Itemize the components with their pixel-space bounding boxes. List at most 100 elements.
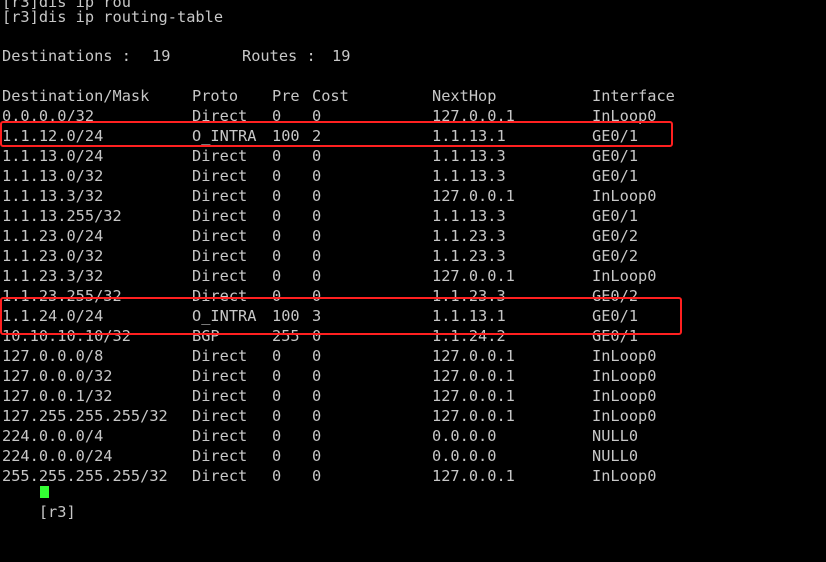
table-row: 127.0.0.0/8 Direct 0 0 127.0.0.1 InLoop0 xyxy=(2,346,802,366)
route-proto: Direct xyxy=(192,107,248,125)
route-preference: 0 xyxy=(272,167,282,185)
column-header-interface: Interface xyxy=(592,87,675,105)
route-nexthop: 127.0.0.1 xyxy=(432,387,515,405)
route-nexthop: 1.1.13.3 xyxy=(432,147,506,165)
column-header-proto: Proto xyxy=(192,87,239,105)
route-cost: 0 xyxy=(312,227,322,245)
table-row: 1.1.24.0/24 O_INTRA 100 3 1.1.13.1 GE0/1 xyxy=(2,306,802,326)
route-interface: InLoop0 xyxy=(592,407,657,425)
route-preference: 0 xyxy=(272,267,282,285)
route-proto: O_INTRA xyxy=(192,127,257,145)
route-interface: GE0/2 xyxy=(592,287,639,305)
route-interface: InLoop0 xyxy=(592,187,657,205)
route-destination: 0.0.0.0/32 xyxy=(2,107,95,125)
route-proto: Direct xyxy=(192,147,248,165)
route-cost: 0 xyxy=(312,367,322,385)
routing-summary: Destinations : 19 Routes : 19 xyxy=(2,46,802,66)
route-proto: Direct xyxy=(192,407,248,425)
route-cost: 0 xyxy=(312,247,322,265)
route-interface: GE0/1 xyxy=(592,327,639,345)
route-preference: 0 xyxy=(272,107,282,125)
route-proto: BGP xyxy=(192,327,220,345)
column-header-pre: Pre xyxy=(272,87,300,105)
route-nexthop: 0.0.0.0 xyxy=(432,427,497,445)
route-interface: InLoop0 xyxy=(592,347,657,365)
route-destination: 1.1.13.255/32 xyxy=(2,207,122,225)
route-interface: GE0/1 xyxy=(592,307,639,325)
route-interface: InLoop0 xyxy=(592,467,657,485)
route-interface: GE0/2 xyxy=(592,247,639,265)
route-preference: 0 xyxy=(272,407,282,425)
route-interface: GE0/1 xyxy=(592,207,639,225)
route-preference: 0 xyxy=(272,227,282,245)
table-row: 1.1.23.255/32 Direct 0 0 1.1.23.3 GE0/2 xyxy=(2,286,802,306)
table-header: Destination/Mask Proto Pre Cost NextHop … xyxy=(2,86,802,106)
route-nexthop: 127.0.0.1 xyxy=(432,407,515,425)
route-nexthop: 127.0.0.1 xyxy=(432,347,515,365)
route-cost: 0 xyxy=(312,167,322,185)
route-interface: InLoop0 xyxy=(592,367,657,385)
column-header-nexthop: NextHop xyxy=(432,87,497,105)
route-destination: 1.1.24.0/24 xyxy=(2,307,104,325)
destinations-count: 19 xyxy=(152,47,171,65)
route-preference: 100 xyxy=(272,127,300,145)
route-nexthop: 1.1.23.3 xyxy=(432,247,506,265)
route-nexthop: 1.1.13.3 xyxy=(432,167,506,185)
table-row: 127.255.255.255/32 Direct 0 0 127.0.0.1 InLoo… xyxy=(2,406,802,426)
route-proto: Direct xyxy=(192,247,248,265)
table-row: 224.0.0.0/4 Direct 0 0 0.0.0.0 NULL0 xyxy=(2,426,802,446)
terminal-window[interactable]: [r3]dis ip rou [r3]dis ip routing-table … xyxy=(0,0,826,521)
route-interface: GE0/1 xyxy=(592,167,639,185)
route-preference: 255 xyxy=(272,327,300,345)
route-proto: Direct xyxy=(192,467,248,485)
route-nexthop: 127.0.0.1 xyxy=(432,267,515,285)
route-cost: 0 xyxy=(312,447,322,465)
route-nexthop: 1.1.13.3 xyxy=(432,207,506,225)
route-cost: 0 xyxy=(312,187,322,205)
route-preference: 100 xyxy=(272,307,300,325)
route-destination: 1.1.12.0/24 xyxy=(2,127,104,145)
route-interface: InLoop0 xyxy=(592,107,657,125)
table-row: 255.255.255.255/32 Direct 0 0 127.0.0.1 InLoo… xyxy=(2,466,802,486)
table-row: 1.1.13.0/32 Direct 0 0 1.1.13.3 GE0/1 xyxy=(2,166,802,186)
route-proto: Direct xyxy=(192,267,248,285)
route-cost: 0 xyxy=(312,347,322,365)
route-interface: InLoop0 xyxy=(592,387,657,405)
table-row: 224.0.0.0/24 Direct 0 0 0.0.0.0 NULL0 xyxy=(2,446,802,466)
route-cost: 2 xyxy=(312,127,322,145)
table-row: 1.1.13.0/24 Direct 0 0 1.1.13.3 GE0/1 xyxy=(2,146,802,166)
route-destination: 10.10.10.10/32 xyxy=(2,327,131,345)
table-row: 127.0.0.0/32 Direct 0 0 127.0.0.1 InLoop0 xyxy=(2,366,802,386)
route-destination: 127.255.255.255/32 xyxy=(2,407,168,425)
route-destination: 127.0.0.1/32 xyxy=(2,387,113,405)
route-interface: GE0/1 xyxy=(592,147,639,165)
routes-label: Routes : xyxy=(242,47,325,65)
route-cost: 0 xyxy=(312,387,322,405)
table-row: 10.10.10.10/32 BGP 255 0 1.1.24.2 GE0/1 xyxy=(2,326,802,346)
route-proto: Direct xyxy=(192,447,248,465)
route-preference: 0 xyxy=(272,187,282,205)
table-row: 1.1.13.3/32 Direct 0 0 127.0.0.1 InLoop0 xyxy=(2,186,802,206)
route-cost: 0 xyxy=(312,207,322,225)
table-row: 127.0.0.1/32 Direct 0 0 127.0.0.1 InLoop0 xyxy=(2,386,802,406)
route-preference: 0 xyxy=(272,447,282,465)
route-destination: 1.1.13.0/24 xyxy=(2,147,104,165)
route-proto: Direct xyxy=(192,367,248,385)
route-cost: 0 xyxy=(312,147,322,165)
route-cost: 0 xyxy=(312,107,322,125)
route-preference: 0 xyxy=(272,287,282,305)
route-destination: 224.0.0.0/24 xyxy=(2,447,113,465)
route-proto: Direct xyxy=(192,227,248,245)
route-proto: Direct xyxy=(192,187,248,205)
route-nexthop: 127.0.0.1 xyxy=(432,107,515,125)
route-cost: 0 xyxy=(312,287,322,305)
route-nexthop: 1.1.23.3 xyxy=(432,227,506,245)
route-interface: NULL0 xyxy=(592,427,639,445)
route-preference: 0 xyxy=(272,207,282,225)
route-destination: 1.1.23.255/32 xyxy=(2,287,122,305)
route-preference: 0 xyxy=(272,147,282,165)
route-preference: 0 xyxy=(272,467,282,485)
prompt-line[interactable]: [r3] xyxy=(2,482,76,521)
column-header-destination: Destination/Mask xyxy=(2,87,150,105)
route-nexthop: 1.1.24.2 xyxy=(432,327,506,345)
